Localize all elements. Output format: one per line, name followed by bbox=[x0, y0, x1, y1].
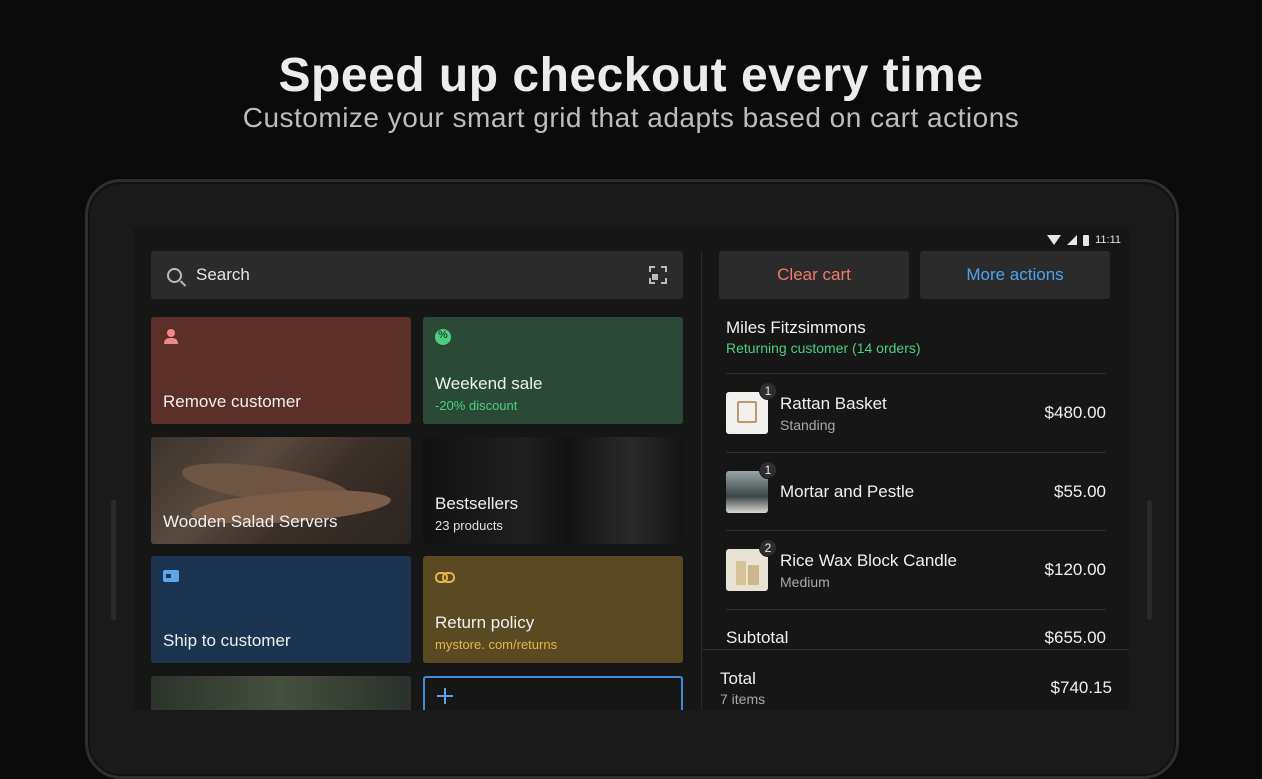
barcode-scan-icon[interactable] bbox=[649, 266, 667, 284]
wifi-icon bbox=[1047, 235, 1062, 245]
headline-subtitle: Customize your smart grid that adapts ba… bbox=[242, 102, 1020, 133]
tile-product-image[interactable] bbox=[151, 676, 411, 710]
tile-sublabel: 23 products bbox=[435, 518, 503, 533]
shipping-icon bbox=[163, 570, 179, 582]
tile-label: Wooden Salad Servers bbox=[163, 512, 338, 531]
search-bar[interactable]: Search bbox=[151, 251, 683, 299]
pos-screen: 11:11 Search Remove customer Weekend sal… bbox=[133, 227, 1129, 710]
tile-label: Return policy bbox=[435, 613, 535, 632]
clear-cart-button[interactable]: Clear cart bbox=[719, 251, 909, 299]
tile-label: Bestsellers bbox=[435, 494, 519, 513]
tile-sublabel: mystore. com/returns bbox=[435, 637, 558, 652]
tile-label: Remove customer bbox=[163, 392, 301, 411]
item-price: $55.00 bbox=[1054, 482, 1106, 501]
person-icon bbox=[163, 329, 179, 345]
cart-item[interactable]: 2 Rice Wax Block Candle Medium $120.00 bbox=[726, 531, 1106, 609]
cellular-icon bbox=[1067, 235, 1078, 245]
item-name: Mortar and Pestle bbox=[780, 482, 915, 501]
cart-item[interactable]: 1 Mortar and Pestle $55.00 bbox=[726, 453, 1106, 531]
item-price: $120.00 bbox=[1044, 560, 1106, 579]
item-name: Rattan Basket bbox=[780, 394, 887, 413]
item-variant: Standing bbox=[780, 417, 836, 433]
discount-icon bbox=[435, 329, 451, 345]
headline-title: Speed up checkout every time bbox=[278, 49, 984, 102]
tile-ship-to-customer[interactable]: Ship to customer bbox=[151, 556, 411, 663]
status-bar: 11:11 bbox=[1047, 231, 1121, 249]
quantity-badge: 1 bbox=[759, 382, 777, 400]
total-items-count: 7 items bbox=[720, 691, 766, 707]
status-time: 11:11 bbox=[1095, 234, 1121, 246]
tablet-side-button-left bbox=[111, 500, 116, 620]
add-tile-button[interactable] bbox=[423, 676, 683, 710]
subtotal-value: $655.00 bbox=[1044, 628, 1106, 647]
tile-return-policy[interactable]: Return policy mystore. com/returns bbox=[423, 556, 683, 663]
divider bbox=[726, 609, 1106, 610]
panel-divider bbox=[701, 251, 702, 710]
item-thumbnail bbox=[726, 392, 768, 434]
subtotal-label: Subtotal bbox=[726, 628, 789, 647]
tile-sublabel: -20% discount bbox=[435, 398, 518, 413]
item-thumbnail bbox=[726, 549, 768, 591]
link-icon bbox=[435, 568, 455, 584]
item-name: Rice Wax Block Candle bbox=[780, 551, 957, 570]
search-input[interactable]: Search bbox=[196, 265, 649, 285]
tile-wooden-salad-servers[interactable]: Wooden Salad Servers bbox=[151, 437, 411, 544]
tile-bestsellers[interactable]: Bestsellers 23 products bbox=[423, 437, 683, 544]
quantity-badge: 2 bbox=[759, 539, 777, 557]
item-variant: Medium bbox=[780, 574, 830, 590]
customer-status: Returning customer (14 orders) bbox=[726, 340, 921, 356]
quantity-badge: 1 bbox=[759, 461, 777, 479]
tile-remove-customer[interactable]: Remove customer bbox=[151, 317, 411, 424]
tablet-side-button-right bbox=[1147, 500, 1152, 620]
tile-weekend-sale[interactable]: Weekend sale -20% discount bbox=[423, 317, 683, 424]
plus-icon bbox=[437, 688, 453, 704]
item-thumbnail bbox=[726, 471, 768, 513]
tile-label: Weekend sale bbox=[435, 374, 543, 393]
customer-name[interactable]: Miles Fitzsimmons bbox=[726, 318, 866, 338]
more-actions-button[interactable]: More actions bbox=[920, 251, 1110, 299]
search-icon bbox=[167, 267, 182, 283]
battery-icon bbox=[1083, 234, 1090, 246]
item-price: $480.00 bbox=[1044, 403, 1106, 422]
total-value: $740.15 bbox=[1050, 678, 1112, 697]
cart-item[interactable]: 1 Rattan Basket Standing $480.00 bbox=[726, 374, 1106, 452]
tile-label: Ship to customer bbox=[163, 631, 291, 650]
total-label: Total bbox=[720, 669, 756, 688]
total-bar[interactable]: Total 7 items $740.15 bbox=[702, 649, 1129, 710]
